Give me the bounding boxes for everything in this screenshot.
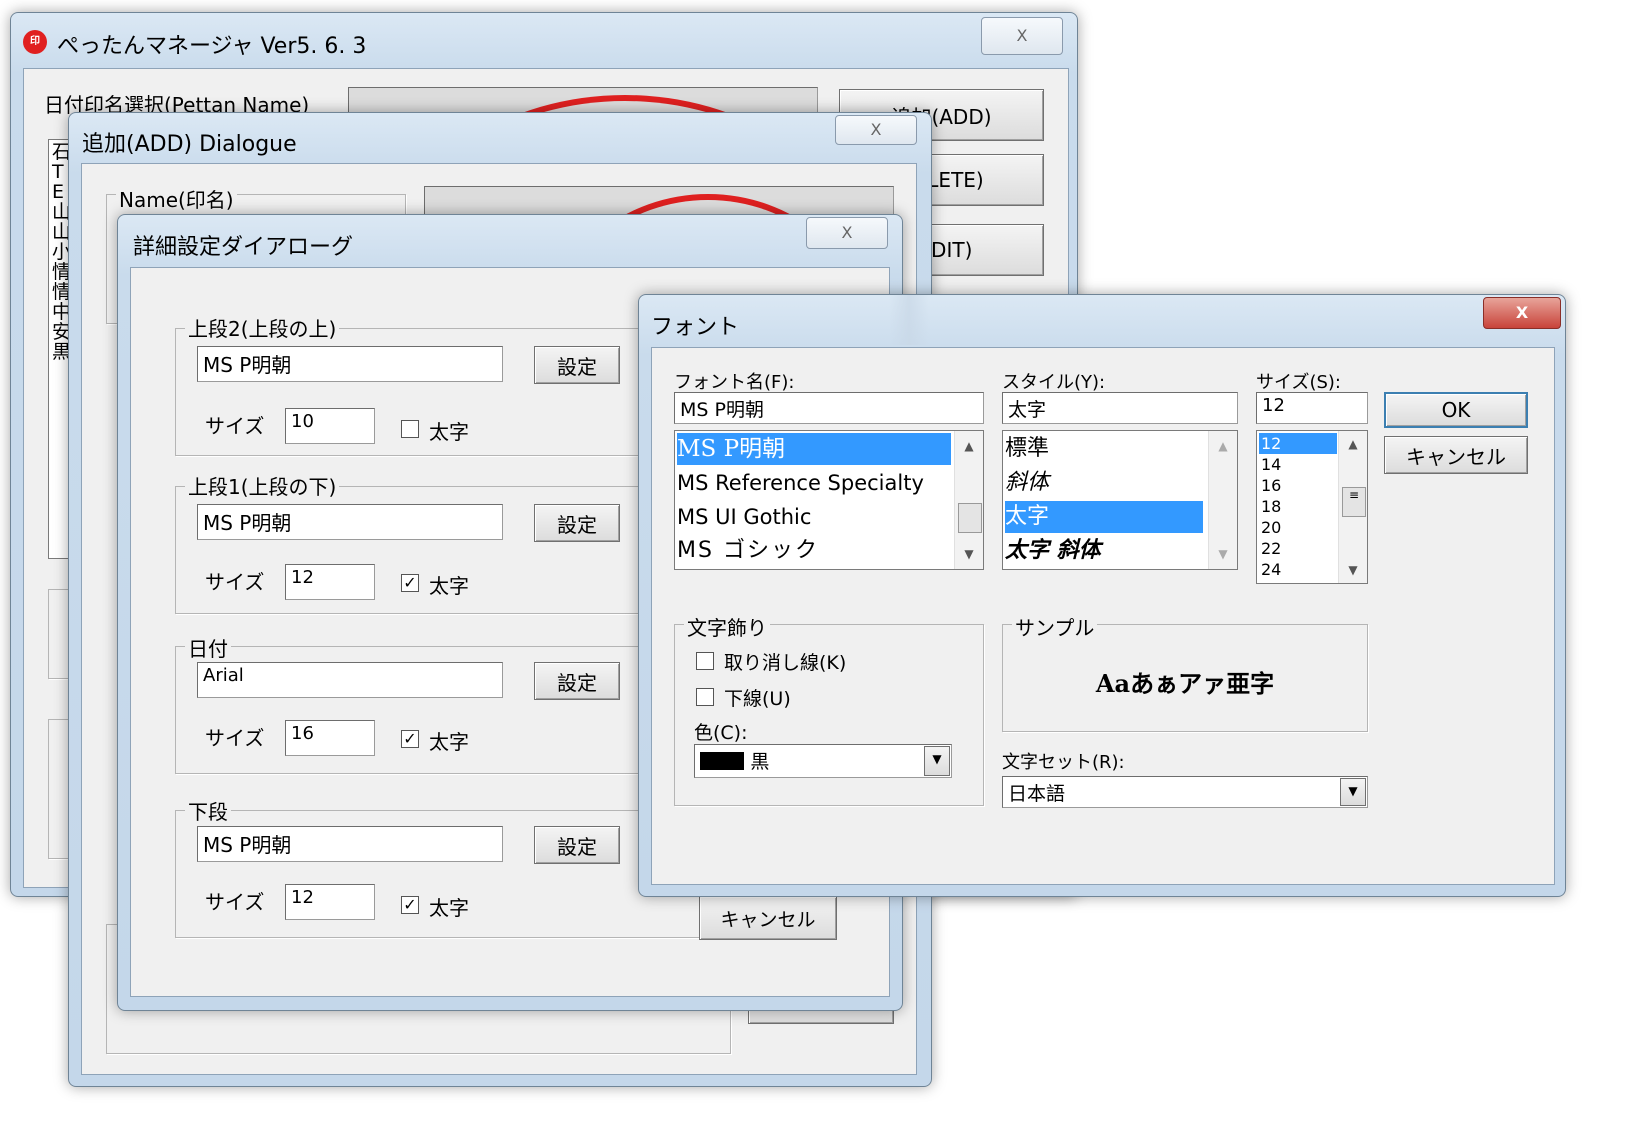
date-font-input[interactable]: Arial: [197, 662, 503, 698]
close-icon: X: [1515, 303, 1529, 322]
lower-size-label: サイズ: [205, 890, 265, 914]
size-list-item[interactable]: 22: [1259, 538, 1337, 559]
scroll-down-icon[interactable]: ▼: [1209, 547, 1237, 561]
style-label: スタイル(Y):: [1002, 372, 1106, 393]
font-list-item[interactable]: MS UI Gothic: [677, 501, 811, 533]
sample-label: サンプル: [1012, 612, 1098, 641]
glass-reflection: [889, 295, 929, 345]
font-name-label: フォント名(F):: [674, 372, 795, 393]
add-dialog-close-button[interactable]: X: [835, 115, 917, 145]
scroll-down-icon[interactable]: ▼: [1339, 563, 1367, 577]
style-list-item[interactable]: 太字 斜体: [1005, 535, 1101, 567]
style-list-item[interactable]: 太字: [1005, 501, 1203, 533]
upper2-set-button[interactable]: 設定: [534, 346, 620, 384]
name-group-label: Name(印名): [116, 184, 237, 213]
font-list-item[interactable]: MS P明朝: [677, 433, 951, 465]
upper2-font-input[interactable]: MS P明朝: [197, 346, 503, 382]
upper1-size-label: サイズ: [205, 570, 265, 594]
style-list-item[interactable]: 斜体: [1005, 467, 1049, 499]
date-size-input[interactable]: 16: [285, 720, 375, 756]
main-close-button[interactable]: X: [981, 17, 1063, 55]
style-list-item[interactable]: 標準: [1005, 433, 1049, 465]
lower-size-input[interactable]: 12: [285, 884, 375, 920]
color-select[interactable]: 黒 ▼: [694, 744, 952, 778]
font-dialog-close-button[interactable]: X: [1483, 297, 1561, 329]
size-list-item[interactable]: 14: [1259, 454, 1337, 475]
date-label: 日付: [185, 633, 231, 662]
detail-dialog-title: 詳細設定ダイアローグ: [133, 235, 354, 260]
font-dialog-title: フォント: [651, 315, 740, 340]
style-list[interactable]: 標準 斜体 太字 太字 斜体 ▲ ▼: [1002, 430, 1238, 570]
lower-font-input[interactable]: MS P明朝: [197, 826, 503, 862]
font-name-input[interactable]: MS P明朝: [674, 392, 984, 424]
close-icon: X: [1016, 26, 1028, 45]
underline-checkbox[interactable]: [696, 688, 714, 706]
detail-dialog-close-button[interactable]: X: [806, 217, 888, 249]
app-logo-icon: 印: [23, 30, 47, 54]
date-bold-label: 太字: [429, 730, 469, 754]
size-list-item[interactable]: 12: [1259, 433, 1337, 454]
strikeout-label: 取り消し線(K): [724, 652, 847, 674]
size-list-item[interactable]: 24: [1259, 559, 1337, 580]
charset-label: 文字セット(R):: [1002, 752, 1125, 773]
detail-cancel-button[interactable]: キャンセル: [699, 896, 837, 940]
chevron-down-icon[interactable]: ▼: [1340, 778, 1366, 806]
font-list-item[interactable]: MS Reference Specialty: [677, 467, 924, 499]
size-input[interactable]: 12: [1256, 392, 1368, 424]
close-icon: X: [841, 223, 853, 242]
font-list-scrollbar[interactable]: ▲ ▼: [954, 431, 983, 569]
upper2-bold-label: 太字: [429, 420, 469, 444]
upper2-label: 上段2(上段の上): [185, 313, 340, 342]
font-name-list[interactable]: MS P明朝 MS Reference Specialty MS UI Goth…: [674, 430, 984, 570]
ok-button[interactable]: OK: [1384, 392, 1528, 428]
font-dialog: フォント X フォント名(F): MS P明朝 MS P明朝 MS Refere…: [638, 294, 1566, 897]
main-window-title: ぺったんマネージャ Ver5. 6. 3: [57, 34, 367, 59]
upper1-font-input[interactable]: MS P明朝: [197, 504, 503, 540]
scroll-down-icon[interactable]: ▼: [955, 547, 983, 561]
upper1-set-button[interactable]: 設定: [534, 504, 620, 542]
scroll-thumb[interactable]: [958, 503, 982, 533]
date-size-label: サイズ: [205, 726, 265, 750]
upper1-size-input[interactable]: 12: [285, 564, 375, 600]
effects-label: 文字飾り: [684, 612, 770, 641]
lower-label: 下段: [185, 796, 231, 825]
scroll-up-icon[interactable]: ▲: [1209, 439, 1237, 453]
charset-value: 日本語: [1008, 783, 1066, 805]
upper2-bold-checkbox[interactable]: [401, 420, 419, 438]
color-swatch: [700, 751, 744, 770]
size-list-item[interactable]: 18: [1259, 496, 1337, 517]
color-label: 色(C):: [694, 722, 748, 744]
strikeout-checkbox[interactable]: [696, 652, 714, 670]
style-input[interactable]: 太字: [1002, 392, 1238, 424]
upper2-size-label: サイズ: [205, 414, 265, 438]
lower-bold-checkbox[interactable]: ✓: [401, 896, 419, 914]
date-bold-checkbox[interactable]: ✓: [401, 730, 419, 748]
upper1-bold-label: 太字: [429, 574, 469, 598]
sample-text: Aaあぁアァ亜字: [1095, 669, 1275, 698]
size-list[interactable]: 12 14 16 18 20 22 24 ▲ ≡ ▼: [1256, 430, 1368, 584]
scroll-up-icon[interactable]: ▲: [955, 439, 983, 453]
size-list-item[interactable]: 20: [1259, 517, 1337, 538]
font-dialog-client-area: フォント名(F): MS P明朝 MS P明朝 MS Reference Spe…: [651, 347, 1555, 885]
color-value: 黒: [750, 751, 770, 773]
font-list-item[interactable]: MS ゴシック: [677, 535, 819, 567]
upper1-bold-checkbox[interactable]: ✓: [401, 574, 419, 592]
style-list-scrollbar[interactable]: ▲ ▼: [1208, 431, 1237, 569]
underline-label: 下線(U): [724, 688, 791, 710]
charset-select[interactable]: 日本語 ▼: [1002, 776, 1368, 808]
size-list-scrollbar[interactable]: ▲ ≡ ▼: [1338, 431, 1367, 583]
scroll-thumb[interactable]: ≡: [1342, 487, 1366, 517]
scroll-up-icon[interactable]: ▲: [1339, 437, 1367, 451]
upper1-label: 上段1(上段の下): [185, 471, 340, 500]
lower-bold-label: 太字: [429, 896, 469, 920]
size-list-item[interactable]: 16: [1259, 475, 1337, 496]
add-dialog-title: 追加(ADD) Dialogue: [82, 132, 297, 157]
date-set-button[interactable]: 設定: [534, 662, 620, 700]
upper2-size-input[interactable]: 10: [285, 408, 375, 444]
font-cancel-button[interactable]: キャンセル: [1384, 436, 1528, 474]
size-label: サイズ(S):: [1256, 372, 1341, 393]
close-icon: X: [870, 120, 882, 139]
chevron-down-icon[interactable]: ▼: [924, 746, 950, 776]
lower-set-button[interactable]: 設定: [534, 826, 620, 864]
